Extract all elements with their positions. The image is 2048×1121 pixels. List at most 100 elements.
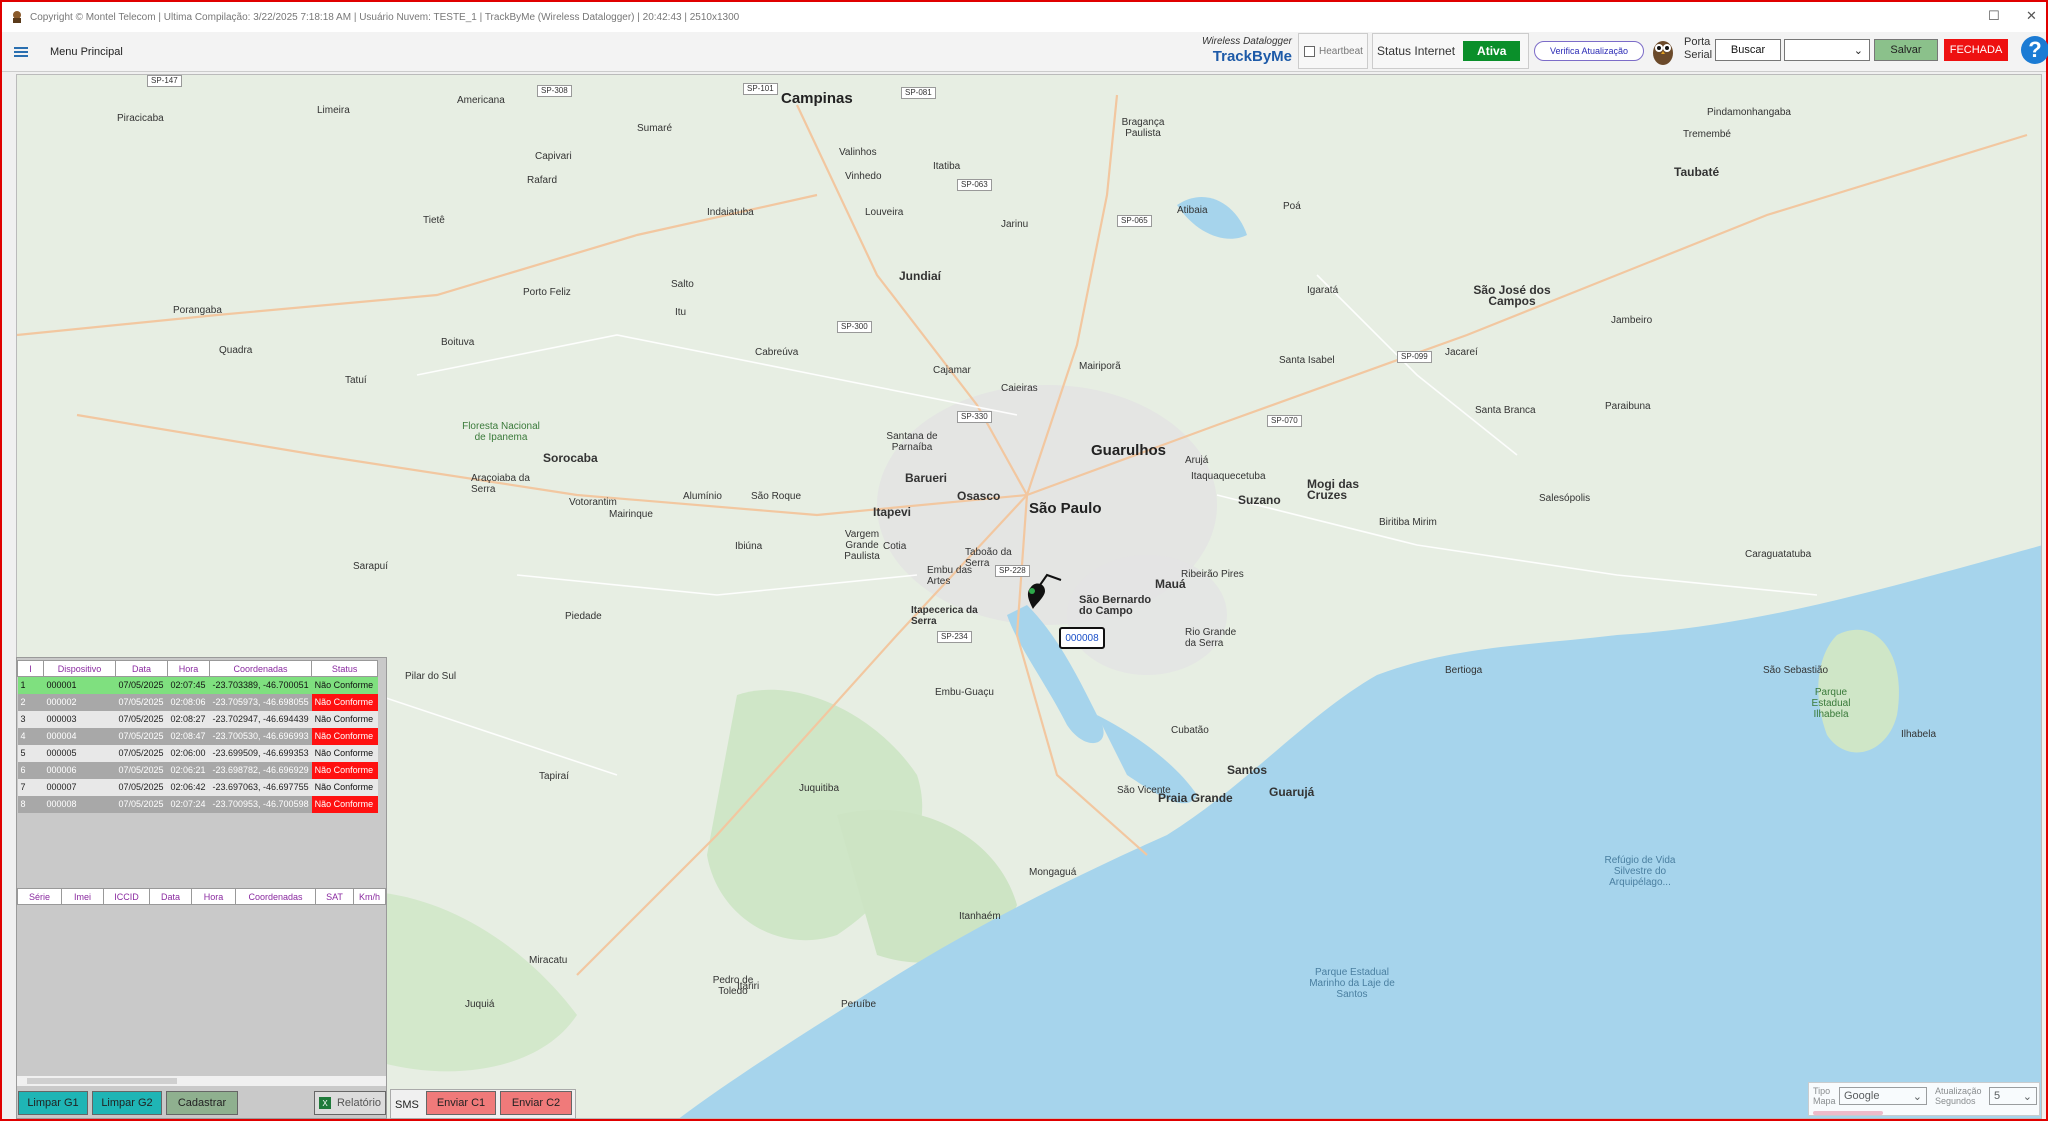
device-cell-status: Não Conforme <box>311 693 378 711</box>
heartbeat-toggle[interactable]: Heartbeat <box>1298 33 1368 69</box>
device-cell-date: 07/05/2025 <box>115 795 168 813</box>
device-row[interactable]: 3 000003 07/05/2025 02:08:27 -23.702947, -46… <box>17 710 378 728</box>
device-cell-status: Não Conforme <box>311 727 378 745</box>
device-row[interactable]: 4 000004 07/05/2025 02:08:47 -23.700530, -46… <box>17 727 378 745</box>
main-menu-button[interactable]: Menu Principal <box>14 41 123 63</box>
place-label: Cubatão <box>1171 725 1209 736</box>
send-c2-button[interactable]: Enviar C2 <box>500 1091 572 1115</box>
place-label: Santa Branca <box>1475 405 1536 416</box>
place-label: Atibaia <box>1177 205 1208 216</box>
clear-g2-button[interactable]: Limpar G2 <box>92 1091 162 1115</box>
place-label: Paraibuna <box>1605 401 1651 412</box>
col-header[interactable]: Coordenadas <box>235 888 316 905</box>
device-row[interactable]: 7 000007 07/05/2025 02:06:42 -23.697063, -46… <box>17 778 378 796</box>
col-header[interactable]: Coordenadas <box>208 660 313 677</box>
col-header[interactable]: Hora <box>167 660 210 677</box>
device-cell-coords: -23.700530, -46.696993 <box>209 727 312 745</box>
device-cell-id: 000006 <box>43 761 116 779</box>
col-header[interactable]: Data <box>115 660 168 677</box>
col-header[interactable]: SAT <box>315 888 354 905</box>
register-button[interactable]: Cadastrar <box>166 1091 238 1115</box>
device-cell-date: 07/05/2025 <box>115 744 168 762</box>
col-header[interactable]: Série <box>17 888 62 905</box>
serial-port-select[interactable]: ⌄ <box>1784 39 1870 61</box>
device-cell-coords: -23.699509, -46.699353 <box>209 744 312 762</box>
col-header[interactable]: Imei <box>61 888 104 905</box>
window-title: Copyright © Montel Telecom | Ultima Comp… <box>30 11 740 23</box>
device-row[interactable]: 8 000008 07/05/2025 02:07:24 -23.700953, -46… <box>17 795 378 813</box>
scrollbar-thumb[interactable] <box>27 1078 177 1084</box>
device-cell-date: 07/05/2025 <box>115 727 168 745</box>
clear-g1-button[interactable]: Limpar G1 <box>18 1091 88 1115</box>
device-cell-id: 000002 <box>43 693 116 711</box>
device-cell-i: 8 <box>17 795 44 813</box>
device-cell-time: 02:08:06 <box>167 693 210 711</box>
refresh-label-line1: Atualização <box>1935 1086 1982 1096</box>
place-label: Barueri <box>905 471 948 485</box>
device-row[interactable]: 1 000001 07/05/2025 02:07:45 -23.703389, -46… <box>17 676 378 694</box>
place-label: Bertioga <box>1445 665 1483 676</box>
device-cell-status: Não Conforme <box>311 744 378 762</box>
refresh-seconds-select[interactable]: 5 ⌄ <box>1989 1087 2037 1105</box>
place-label: Piedade <box>565 611 602 622</box>
place-label: Itu <box>675 307 687 318</box>
place-label: Cajamar <box>933 365 971 376</box>
device-cell-time: 02:06:00 <box>167 744 210 762</box>
loading-bar <box>1813 1111 1883 1115</box>
place-label: Mogi das Cruzes <box>1307 477 1360 502</box>
app-logo-icon <box>13 11 21 23</box>
place-label: Mauá <box>1155 577 1186 591</box>
devices-table: I Dispositivo Data Hora Coordenadas Stat… <box>17 660 379 813</box>
close-icon[interactable]: ✕ <box>2026 8 2037 24</box>
place-label: Araçoiaba da Serra <box>471 473 530 495</box>
send-c1-button[interactable]: Enviar C1 <box>426 1091 496 1115</box>
place-label: Santos <box>1227 763 1268 777</box>
col-header[interactable]: I <box>17 660 44 677</box>
place-label: Guarulhos <box>1091 442 1167 459</box>
refresh-label: Atualização Segundos <box>1935 1086 1982 1106</box>
place-label: Sorocaba <box>543 451 598 465</box>
device-marker-label[interactable]: 000008 <box>1059 627 1105 649</box>
place-label: Juquiá <box>465 999 495 1010</box>
place-label: Poá <box>1283 201 1301 212</box>
save-button[interactable]: Salvar <box>1874 39 1938 61</box>
device-cell-status: Não Conforme <box>311 710 378 728</box>
map-controls: Tipo Mapa Google ⌄ Atualização Segundos … <box>1808 1082 2040 1116</box>
place-label: Biritiba Mirim <box>1379 517 1437 528</box>
place-label: Tietê <box>423 215 445 226</box>
device-row[interactable]: 6 000006 07/05/2025 02:06:21 -23.698782, -46… <box>17 761 378 779</box>
serial-port-label-line1: Porta <box>1684 36 1711 48</box>
report-button[interactable]: X Relatório <box>314 1091 386 1115</box>
col-header[interactable]: Km/h <box>353 888 386 905</box>
col-header[interactable]: Dispositivo <box>43 660 116 677</box>
maximize-icon[interactable]: ☐ <box>1988 8 2000 24</box>
col-header[interactable]: Status <box>311 660 379 677</box>
col-header[interactable]: Data <box>149 888 192 905</box>
device-cell-coords: -23.698782, -46.696929 <box>209 761 312 779</box>
col-header[interactable]: ICCID <box>103 888 150 905</box>
col-header[interactable]: Hora <box>191 888 236 905</box>
place-label: Campinas <box>781 90 853 107</box>
device-detail-table: Série Imei ICCID Data Hora Coordenadas S… <box>17 888 386 905</box>
device-cell-i: 6 <box>17 761 44 779</box>
devices-panel: I Dispositivo Data Hora Coordenadas Stat… <box>16 657 387 1119</box>
place-label: Ibiúna <box>735 541 763 552</box>
port-closed-button[interactable]: FECHADA <box>1944 39 2008 61</box>
device-cell-status: Não Conforme <box>311 761 378 779</box>
device-row[interactable]: 2 000002 07/05/2025 02:08:06 -23.705973, -46… <box>17 693 378 711</box>
check-update-button[interactable]: Verifica Atualização <box>1534 41 1644 61</box>
map-type-select[interactable]: Google ⌄ <box>1839 1087 1927 1105</box>
map-type-label: Tipo Mapa <box>1813 1086 1836 1106</box>
help-icon[interactable]: ? <box>2021 36 2048 64</box>
place-label: Jundiaí <box>899 269 942 283</box>
heartbeat-checkbox[interactable] <box>1304 45 1315 57</box>
park-label: Floresta Nacional de Ipanema <box>462 421 540 443</box>
place-label: Mongaguá <box>1029 867 1077 878</box>
place-label: Capivari <box>535 151 572 162</box>
search-port-button[interactable]: Buscar <box>1715 39 1781 61</box>
horizontal-scrollbar[interactable] <box>17 1076 386 1086</box>
place-label: Sarapuí <box>353 561 389 572</box>
device-cell-status: Não Conforme <box>311 676 378 694</box>
device-row[interactable]: 5 000005 07/05/2025 02:06:00 -23.699509, -46… <box>17 744 378 762</box>
devices-header-row: I Dispositivo Data Hora Coordenadas Stat… <box>17 660 379 677</box>
